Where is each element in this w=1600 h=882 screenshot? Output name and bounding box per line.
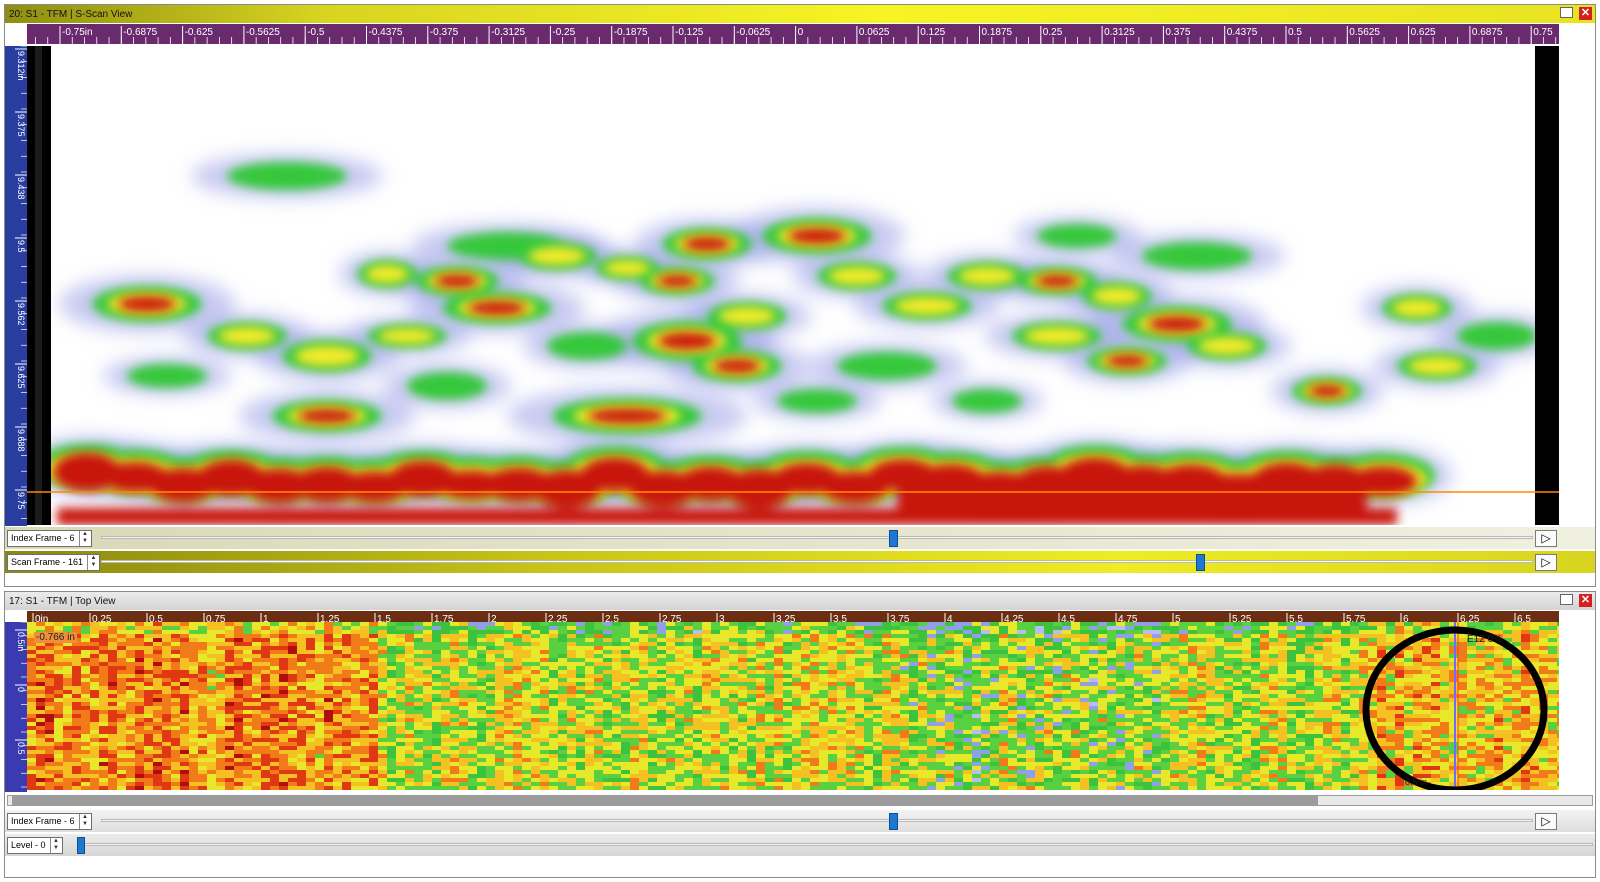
bottom-readout: 0.5 in — [1405, 777, 1428, 787]
scan-frame-track[interactable] — [101, 560, 1533, 563]
level-track[interactable] — [77, 843, 1593, 846]
close-button[interactable]: ✕ — [1579, 594, 1592, 607]
ruler-label: 0.375 — [1165, 27, 1190, 38]
ruler-label: -0.4375 — [369, 27, 403, 38]
sscan-title: 20: S1 - TFM | S-Scan View — [9, 8, 133, 20]
spinner-arrows-icon[interactable]: ▲ ▼ — [78, 813, 91, 829]
gate-readout: E12 0% — [1467, 634, 1503, 645]
index-frame-row: Index Frame - 6 ▲ ▼ ▷ — [5, 810, 1595, 832]
scan-frame-spinner[interactable]: Scan Frame - 161 ▲ ▼ — [7, 553, 101, 571]
ruler-label: -0.375 — [430, 27, 459, 38]
ruler-label: -0.5 — [307, 27, 325, 38]
index-frame-spinner[interactable]: Index Frame - 6 ▲ ▼ — [7, 529, 92, 547]
ruler-label: -0.625 — [185, 27, 214, 38]
depth-label: 9.438 — [16, 177, 26, 200]
sscan-depth-ruler: 9.312in 9.375 9.438 9.5 9.562 9.625 9.688 9.75 — [5, 46, 27, 526]
topview-window: 17: S1 - TFM | Top View ✕ 0in 0.25 0.5 0.75… — [4, 591, 1596, 878]
ruler-label: 0.3125 — [1104, 27, 1135, 38]
ruler-label: 0.6875 — [1472, 27, 1503, 38]
index-frame-thumb[interactable] — [888, 530, 898, 547]
ruler-label: 0 — [798, 27, 804, 38]
horizontal-scrollbar[interactable] — [7, 795, 1593, 806]
scan-frame-thumb[interactable] — [1196, 554, 1206, 571]
play-button[interactable]: ▷ — [1535, 530, 1557, 547]
ruler-label: 0.625 — [1411, 27, 1436, 38]
depth-label: 0.5in — [16, 632, 26, 652]
ruler-label: -0.3125 — [491, 27, 525, 38]
ruler-label: -0.6875 — [123, 27, 157, 38]
cursor-readout: -0.766 in — [34, 632, 77, 643]
ruler-label: 0.125 — [920, 27, 945, 38]
ruler-label: -0.75in — [62, 27, 93, 38]
index-frame-row: Index Frame - 6 ▲ ▼ ▷ — [5, 527, 1595, 549]
depth-label: 9.625 — [16, 366, 26, 389]
topview-depth-ruler: 0.5in 0 0.5 — [5, 622, 27, 792]
ruler-label: 0.25 — [1043, 27, 1063, 38]
spinner-arrows-icon[interactable]: ▲ ▼ — [78, 530, 91, 546]
spinner-arrows-icon[interactable]: ▲ ▼ — [87, 554, 99, 570]
topview-titlebar[interactable]: 17: S1 - TFM | Top View ✕ — [5, 592, 1595, 610]
sscan-image[interactable] — [27, 46, 1559, 525]
play-button[interactable]: ▷ — [1535, 813, 1557, 830]
spinner-arrows-icon[interactable]: ▲ ▼ — [49, 837, 62, 853]
index-frame-track[interactable] — [101, 819, 1533, 822]
depth-label: 9.375 — [16, 114, 26, 137]
depth-label: 0 — [16, 687, 26, 692]
level-row: Level - 0 ▲ ▼ — [5, 834, 1595, 856]
depth-label: 9.688 — [16, 429, 26, 452]
scan-frame-row: Scan Frame - 161 ▲ ▼ ▷ — [5, 551, 1595, 573]
ruler-label: -0.25 — [552, 27, 575, 38]
play-button[interactable]: ▷ — [1535, 554, 1557, 571]
topview-title: 17: S1 - TFM | Top View — [9, 595, 116, 607]
index-frame-spinner[interactable]: Index Frame - 6 ▲ ▼ — [7, 812, 92, 830]
depth-label: 9.562 — [16, 303, 26, 326]
ruler-label: 0.4375 — [1227, 27, 1258, 38]
level-spinner[interactable]: Level - 0 ▲ ▼ — [7, 836, 63, 854]
ruler-label: -0.0625 — [736, 27, 770, 38]
topview-image[interactable]: -0.766 in E12 0% 0.5 in — [27, 622, 1559, 790]
index-frame-thumb[interactable] — [888, 813, 898, 830]
sscan-window: 20: S1 - TFM | S-Scan View ✕ -0.75in -0.6… — [4, 4, 1596, 587]
index-frame-track[interactable] — [101, 536, 1533, 539]
close-button[interactable]: ✕ — [1579, 7, 1592, 20]
sscan-horizontal-ruler: -0.75in -0.6875 -0.625 -0.5625 -0.5 -0.4375 -0… — [27, 24, 1559, 44]
ruler-label: 0.75 — [1533, 27, 1553, 38]
ruler-label: -0.125 — [675, 27, 704, 38]
depth-label: 9.5 — [16, 240, 26, 253]
ruler-label: 0.5625 — [1349, 27, 1380, 38]
depth-label: 0.5 — [16, 742, 26, 755]
ruler-label: 0.0625 — [859, 27, 890, 38]
scrollbar-thumb[interactable] — [12, 796, 1318, 805]
ruler-label: -0.1875 — [614, 27, 648, 38]
ruler-label: 0.5 — [1288, 27, 1302, 38]
ruler-label: 0.1875 — [982, 27, 1013, 38]
depth-label: 9.312in — [16, 51, 26, 81]
maximize-button[interactable] — [1560, 7, 1573, 18]
level-thumb[interactable] — [77, 837, 85, 854]
ruler-label: -0.5625 — [246, 27, 280, 38]
depth-label: 9.75 — [16, 492, 26, 510]
maximize-button[interactable] — [1560, 594, 1573, 605]
sscan-titlebar[interactable]: 20: S1 - TFM | S-Scan View ✕ — [5, 5, 1595, 23]
